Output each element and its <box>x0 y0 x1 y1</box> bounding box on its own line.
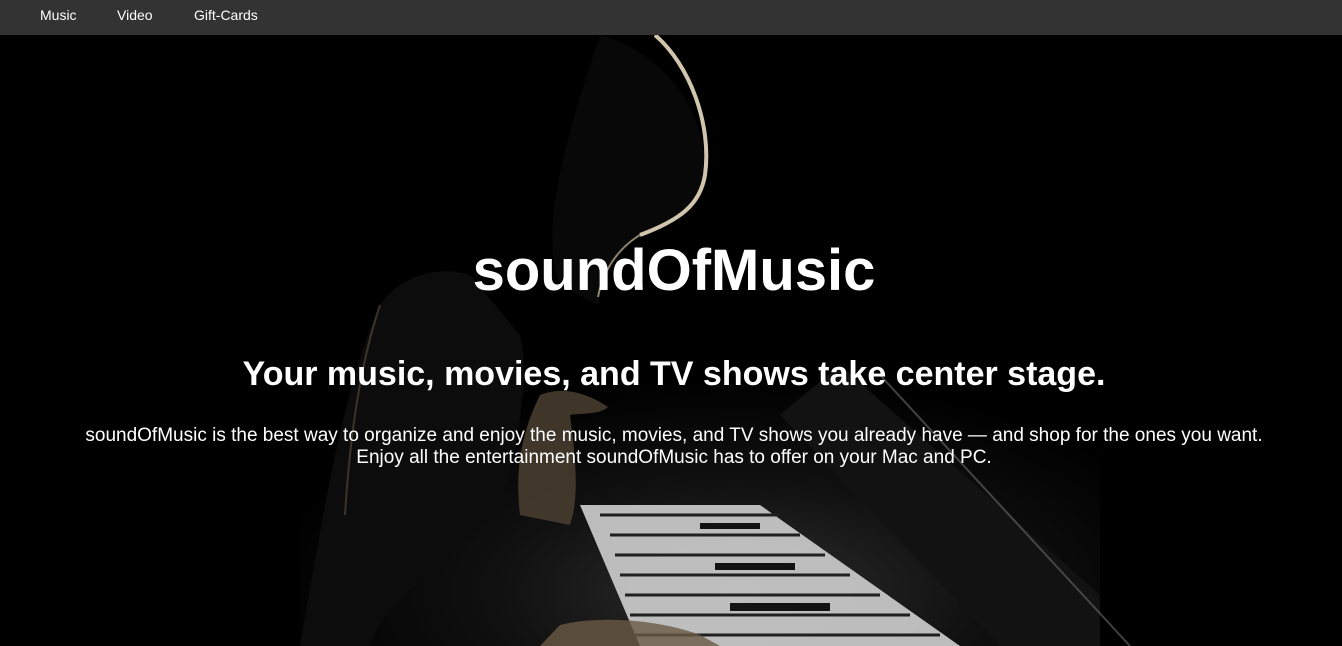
hero-description: soundOfMusic is the best way to organize… <box>0 425 1342 469</box>
hero-description-line-1: soundOfMusic is the best way to organize… <box>85 425 1263 446</box>
nav-link-gift-cards[interactable]: Gift-Cards <box>194 7 258 23</box>
hero-subtitle: Your music, movies, and TV shows take ce… <box>242 355 1106 393</box>
top-navbar: Music Video Gift-Cards <box>0 0 1342 35</box>
nav-link-music[interactable]: Music <box>40 7 77 23</box>
hero-background-image <box>0 35 1342 646</box>
nav-link-video[interactable]: Video <box>117 7 153 23</box>
hero-description-line-2: Enjoy all the entertainment soundOfMusic… <box>356 447 992 468</box>
hero-section: soundOfMusic Your music, movies, and TV … <box>0 35 1342 646</box>
hero-title: soundOfMusic <box>472 238 876 303</box>
